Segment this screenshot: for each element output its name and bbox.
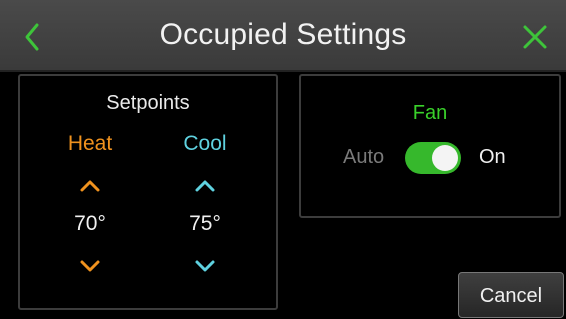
heat-decrease-button[interactable] (75, 256, 105, 276)
setpoints-panel: Setpoints Heat 70° Cool 75° (18, 74, 278, 310)
cool-decrease-button[interactable] (190, 256, 220, 276)
fan-auto-label: Auto (343, 146, 385, 168)
chevron-up-icon (195, 180, 215, 192)
cool-column: Cool 75° (160, 76, 250, 308)
fan-toggle[interactable] (405, 142, 461, 174)
fan-panel: Fan Auto On (299, 74, 561, 218)
heat-increase-button[interactable] (75, 176, 105, 196)
heat-label: Heat (67, 132, 113, 155)
chevron-up-icon (80, 180, 100, 192)
heat-setpoint-value: 70° (74, 212, 106, 235)
cool-setpoint-value: 75° (189, 212, 221, 235)
chevron-down-icon (195, 260, 215, 272)
cool-label: Cool (183, 132, 227, 155)
page-title: Occupied Settings (159, 18, 407, 51)
chevron-down-icon (80, 260, 100, 272)
close-button[interactable] (518, 20, 552, 54)
header-bar: Occupied Settings (0, 0, 566, 72)
heat-column: Heat 70° (45, 76, 135, 308)
fan-title: Fan (412, 102, 448, 124)
close-icon (523, 25, 547, 49)
fan-on-label: On (479, 146, 506, 168)
toggle-knob (432, 145, 458, 171)
cancel-button[interactable]: Cancel (458, 272, 564, 318)
cool-increase-button[interactable] (190, 176, 220, 196)
